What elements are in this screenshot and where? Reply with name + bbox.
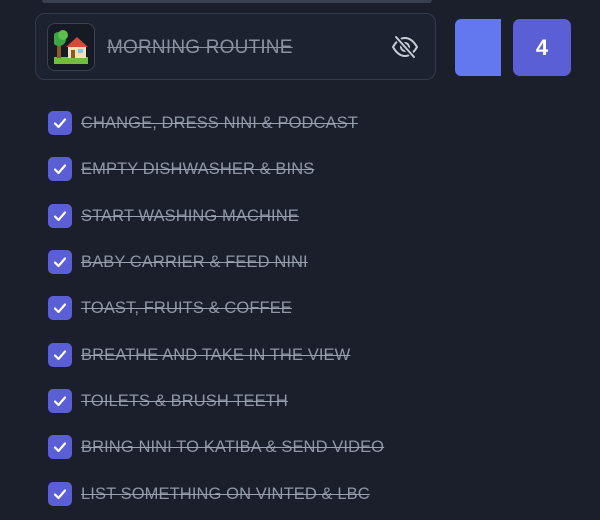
- task-label: START WASHING MACHINE: [81, 206, 299, 225]
- task-item[interactable]: TOAST, FRUITS & COFFEE: [48, 295, 292, 321]
- eye-off-icon[interactable]: [391, 35, 419, 59]
- checkmark-icon: [53, 118, 67, 129]
- task-checkbox[interactable]: [48, 111, 72, 135]
- routine-count-badge[interactable]: 4: [513, 19, 571, 76]
- task-label: CHANGE, DRESS NINI & PODCAST: [81, 113, 358, 132]
- task-item[interactable]: CHANGE, DRESS NINI & PODCAST: [48, 110, 358, 136]
- routine-header-card[interactable]: MORNING ROUTINE: [35, 13, 436, 80]
- task-item[interactable]: LIST SOMETHING ON VINTED & LBC: [48, 481, 370, 507]
- task-label: TOAST, FRUITS & COFFEE: [81, 298, 292, 317]
- task-checkbox[interactable]: [48, 343, 72, 367]
- task-checkbox[interactable]: [48, 389, 72, 413]
- checkmark-icon: [53, 350, 67, 361]
- checkmark-icon: [53, 257, 67, 268]
- color-swatch-button[interactable]: [455, 19, 501, 76]
- task-label: LIST SOMETHING ON VINTED & LBC: [81, 484, 370, 503]
- routine-screen: MORNING ROUTINE 4 CHANGE, DRESS NINI & P…: [0, 0, 600, 520]
- checkmark-icon: [53, 442, 67, 453]
- task-item[interactable]: START WASHING MACHINE: [48, 203, 299, 229]
- checkmark-icon: [53, 396, 67, 407]
- task-checkbox[interactable]: [48, 250, 72, 274]
- task-checkbox[interactable]: [48, 435, 72, 459]
- task-label: EMPTY DISHWASHER & BINS: [81, 159, 315, 178]
- task-label: TOILETS & BRUSH TEETH: [81, 391, 288, 410]
- task-label: BABY CARRIER & FEED NINI: [81, 252, 308, 271]
- task-label: BREATHE AND TAKE IN THE VIEW: [81, 345, 351, 364]
- task-checkbox[interactable]: [48, 482, 72, 506]
- routine-emoji-box[interactable]: [47, 23, 95, 71]
- task-item[interactable]: TOILETS & BRUSH TEETH: [48, 388, 288, 414]
- checkmark-icon: [53, 303, 67, 314]
- task-checkbox[interactable]: [48, 157, 72, 181]
- house-with-garden-icon: [54, 30, 88, 64]
- task-item[interactable]: EMPTY DISHWASHER & BINS: [48, 156, 314, 182]
- checkmark-icon: [53, 211, 67, 222]
- task-checkbox[interactable]: [48, 204, 72, 228]
- task-label: BRING NINI TO KATIBA & SEND VIDEO: [81, 437, 385, 456]
- task-checkbox[interactable]: [48, 296, 72, 320]
- previous-card-edge: [42, 0, 432, 3]
- checkmark-icon: [53, 164, 67, 175]
- routine-title: MORNING ROUTINE: [107, 37, 293, 58]
- checkmark-icon: [53, 489, 67, 500]
- task-item[interactable]: BRING NINI TO KATIBA & SEND VIDEO: [48, 434, 384, 460]
- task-item[interactable]: BREATHE AND TAKE IN THE VIEW: [48, 342, 350, 368]
- task-item[interactable]: BABY CARRIER & FEED NINI: [48, 249, 308, 275]
